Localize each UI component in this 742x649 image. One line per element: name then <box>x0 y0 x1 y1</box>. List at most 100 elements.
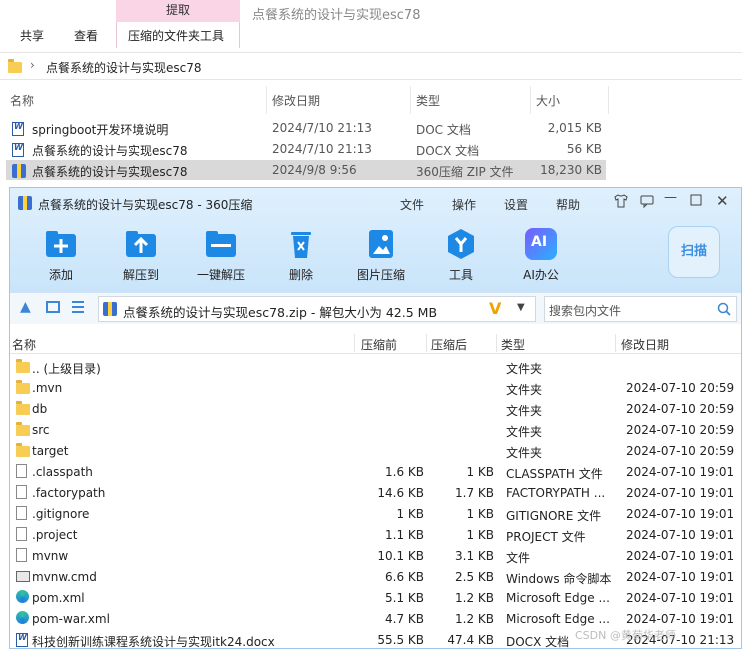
v-logo-icon[interactable]: V <box>489 299 501 318</box>
archive-row[interactable]: db 文件夹 2024-07-10 20:59 <box>10 398 741 419</box>
file-icon <box>16 527 27 544</box>
archive-modified: 2024-07-10 20:59 <box>626 402 735 416</box>
archive-modified: 2024-07-10 19:01 <box>626 528 735 542</box>
archive-row[interactable]: target 文件夹 2024-07-10 20:59 <box>10 440 741 461</box>
column-divider[interactable] <box>266 86 267 114</box>
tab-compressed-folder-tools[interactable]: 压缩的文件夹工具 <box>128 27 224 44</box>
folder-icon <box>16 401 30 418</box>
column-divider[interactable] <box>354 334 355 352</box>
column-divider[interactable] <box>530 86 531 114</box>
column-divider[interactable] <box>608 86 609 114</box>
col-type[interactable]: 类型 <box>501 336 525 353</box>
col-size-after[interactable]: 压缩后 <box>431 336 467 353</box>
delete-label: 删除 <box>288 268 313 282</box>
menu-operate[interactable]: 操作 <box>452 196 476 213</box>
view-mode-icon[interactable] <box>46 301 60 313</box>
file-row-selected[interactable]: 点餐系统的设计与实现esc78 2024/9/8 9:56 360压缩 ZIP … <box>6 160 606 180</box>
archive-before: 1.1 KB <box>385 528 424 542</box>
file-icon <box>16 485 27 502</box>
file-size: 18,230 KB <box>540 163 602 177</box>
archive-row[interactable]: src 文件夹 2024-07-10 20:59 <box>10 419 741 440</box>
archive-name: .project <box>32 528 78 542</box>
delete-button[interactable]: 删除 <box>266 228 336 283</box>
archive-modified: 2024-07-10 19:01 <box>626 570 735 584</box>
archive-after: 1.2 KB <box>455 612 494 626</box>
archive-row[interactable]: pom-war.xml 4.7 KB 1.2 KB Microsoft Edge ..… <box>10 608 741 629</box>
archive-row[interactable]: mvnw 10.1 KB 3.1 KB 文件 2024-07-10 19:01 <box>10 545 741 566</box>
column-divider[interactable] <box>410 86 411 114</box>
archive-type: FACTORYPATH ... <box>506 486 606 500</box>
archive-before: 1 KB <box>396 507 424 521</box>
archive-row[interactable]: .factorypath 14.6 KB 1.7 KB FACTORYPATH ...… <box>10 482 741 503</box>
col-name[interactable]: 名称 <box>12 336 36 353</box>
archive-path-field[interactable]: 点餐系统的设计与实现esc78.zip - 解包大小为 42.5 MB V ▼ <box>98 296 536 322</box>
tab-extract[interactable]: 提取 <box>116 0 240 22</box>
scan-button[interactable]: 扫描 <box>668 226 720 278</box>
archive-type: Microsoft Edge ... <box>506 612 610 626</box>
archive-row[interactable]: .. (上级目录) 文件夹 <box>10 356 741 377</box>
breadcrumb[interactable]: 点餐系统的设计与实现esc78 <box>46 59 202 76</box>
zip-app-icon <box>18 196 32 210</box>
maximize-icon[interactable] <box>690 194 702 210</box>
col-modified[interactable]: 修改日期 <box>621 336 669 353</box>
archive-row[interactable]: pom.xml 5.1 KB 1.2 KB Microsoft Edge ... 202… <box>10 587 741 608</box>
edge-icon <box>16 590 29 606</box>
tab-share[interactable]: 共享 <box>20 27 44 44</box>
menu-help[interactable]: 帮助 <box>556 196 580 213</box>
file-name: 点餐系统的设计与实现esc78 <box>32 165 188 179</box>
image-compress-button[interactable]: 图片压缩 <box>346 228 416 283</box>
archive-after: 1 KB <box>466 507 494 521</box>
file-row[interactable]: springboot开发环境说明 2024/7/10 21:13 DOC 文档 … <box>6 118 606 138</box>
archive-row[interactable]: .classpath 1.6 KB 1 KB CLASSPATH 文件 2024-07-… <box>10 461 741 482</box>
search-input[interactable]: 搜索包内文件 <box>544 296 737 322</box>
archive-row[interactable]: mvnw.cmd 6.6 KB 2.5 KB Windows 命令脚本 2024-07-… <box>10 566 741 587</box>
add-button[interactable]: 添加 <box>26 228 96 283</box>
archive-before: 55.5 KB <box>377 633 424 647</box>
extract-to-button[interactable]: 解压到 <box>106 228 176 283</box>
tools-button[interactable]: 工具 <box>426 228 496 283</box>
minimize-icon[interactable]: — <box>664 190 677 205</box>
menu-file[interactable]: 文件 <box>400 196 424 213</box>
archive-before: 4.7 KB <box>385 612 424 626</box>
edge-icon <box>16 611 29 627</box>
menu-settings[interactable]: 设置 <box>504 196 528 213</box>
archive-after: 47.4 KB <box>447 633 494 647</box>
archive-name: pom.xml <box>32 591 85 605</box>
col-modified[interactable]: 修改日期 <box>272 92 320 109</box>
tab-view[interactable]: 查看 <box>74 27 98 44</box>
column-divider[interactable] <box>615 334 616 352</box>
archive-before: 6.6 KB <box>385 570 424 584</box>
archive-row[interactable]: .gitignore 1 KB 1 KB GITIGNORE 文件 2024-07-10… <box>10 503 741 524</box>
shirt-skin-icon[interactable] <box>614 194 628 212</box>
chat-icon[interactable] <box>640 194 654 212</box>
col-type[interactable]: 类型 <box>416 92 440 109</box>
close-icon[interactable]: ✕ <box>716 192 729 210</box>
word-doc-icon <box>12 121 24 138</box>
archive-modified: 2024-07-10 19:01 <box>626 612 735 626</box>
column-divider[interactable] <box>426 334 427 352</box>
one-click-extract-button[interactable]: 一键解压 <box>186 228 256 283</box>
up-arrow-icon[interactable]: ▲ <box>20 299 31 315</box>
col-size[interactable]: 大小 <box>536 92 560 109</box>
archive-type: 文件夹 <box>506 362 543 376</box>
column-divider[interactable] <box>496 334 497 352</box>
list-icon[interactable] <box>70 299 86 317</box>
watermark: CSDN @黄菊华老师 <box>575 629 676 642</box>
file-row[interactable]: 点餐系统的设计与实现esc78 2024/7/10 21:13 DOCX 文档 … <box>6 139 606 159</box>
col-size-before[interactable]: 压缩前 <box>361 336 397 353</box>
ai-office-button[interactable]: AI AI办公 <box>506 228 576 283</box>
zip-column-header: 名称 压缩前 压缩后 类型 修改日期 <box>10 332 741 354</box>
archive-row[interactable]: .project 1.1 KB 1 KB PROJECT 文件 2024-07-10 1… <box>10 524 741 545</box>
archive-name: target <box>32 444 69 458</box>
one-click-extract-label: 一键解压 <box>196 268 245 282</box>
zip-archive-icon <box>103 302 117 316</box>
archive-type: PROJECT 文件 <box>506 530 586 544</box>
archive-name: 科技创新训练课程系统设计与实现itk24.docx <box>32 635 275 649</box>
dropdown-arrow-icon[interactable]: ▼ <box>517 302 525 313</box>
archive-name: src <box>32 423 50 437</box>
address-bar[interactable]: › 点餐系统的设计与实现esc78 <box>0 52 742 80</box>
col-name[interactable]: 名称 <box>10 92 34 109</box>
search-icon[interactable] <box>717 302 731 316</box>
archive-row[interactable]: .mvn 文件夹 2024-07-10 20:59 <box>10 377 741 398</box>
explorer-window-title: 点餐系统的设计与实现esc78 <box>252 8 421 23</box>
